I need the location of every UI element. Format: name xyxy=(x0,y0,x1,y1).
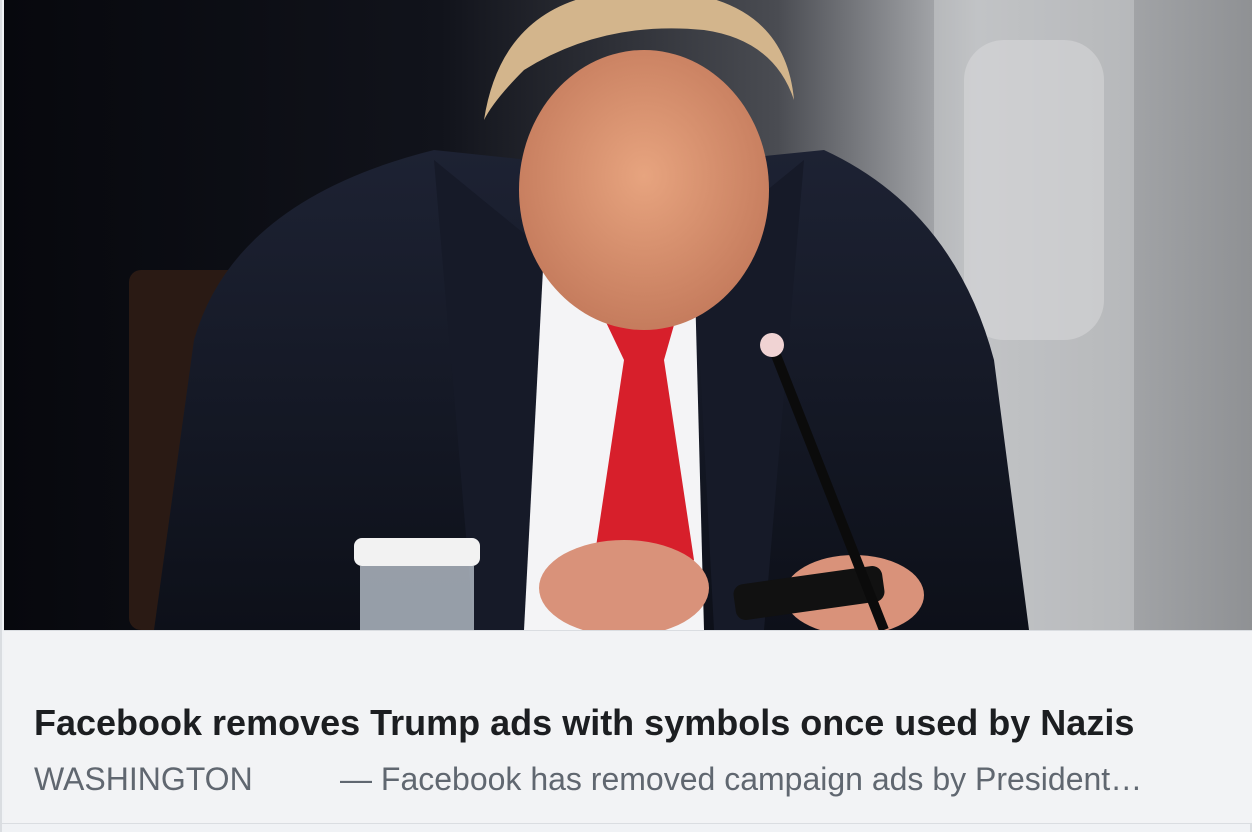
article-snippet: WASHINGTON — Facebook has removed campaig… xyxy=(34,759,1224,799)
article-headline[interactable]: Facebook removes Trump ads with symbols … xyxy=(34,701,1224,745)
card-text-area: Facebook removes Trump ads with symbols … xyxy=(4,630,1252,824)
article-photo[interactable] xyxy=(4,0,1252,630)
card-divider xyxy=(2,823,1252,824)
news-link-card[interactable]: Facebook removes Trump ads with symbols … xyxy=(0,0,1252,832)
article-dateline: WASHINGTON xyxy=(34,761,253,797)
article-snippet-text: — Facebook has removed campaign ads by P… xyxy=(340,761,1143,797)
photo-illustration xyxy=(4,0,1252,630)
